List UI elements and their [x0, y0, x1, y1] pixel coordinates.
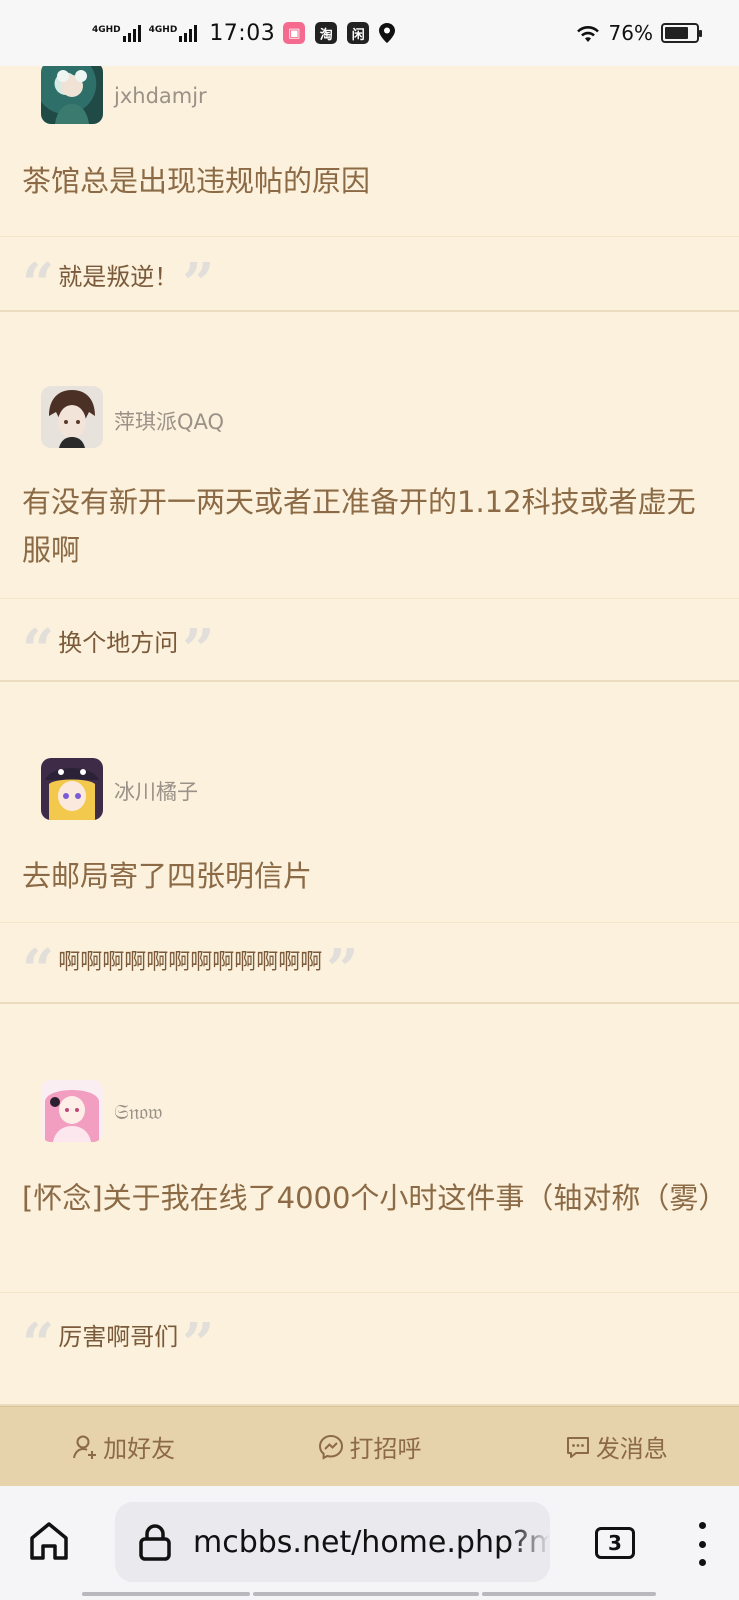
author-name[interactable]: 萍琪派QAQ: [114, 406, 224, 436]
battery-icon: [661, 23, 702, 43]
browser-toolbar: mcbbs.net/home.php?m 3: [0, 1486, 739, 1600]
close-quote-icon: ”: [182, 617, 215, 683]
gesture-bar: [482, 1592, 656, 1596]
divider: [0, 1002, 739, 1004]
greet-button[interactable]: 打招呼: [317, 1429, 421, 1464]
wifi-icon: [576, 26, 599, 42]
gesture-bar: [253, 1592, 479, 1596]
messenger-icon: [319, 1434, 344, 1460]
post-title[interactable]: 茶馆总是出现违规帖的原因: [22, 157, 722, 205]
reply-preview: “ 换个地方问 ”: [22, 617, 215, 683]
signal-1-label: 4GHD: [92, 25, 121, 35]
feed-list[interactable]: jxhdamjr 茶馆总是出现违规帖的原因 “ 就是叛逆！ ” 萍琪派QAQ 有…: [0, 66, 739, 1406]
add-friend-button[interactable]: 加好友: [71, 1429, 175, 1464]
divider: [0, 680, 739, 682]
reply-separator: [0, 922, 739, 923]
taobao-icon: 淘: [315, 22, 338, 44]
chat-bubble-icon: [566, 1436, 589, 1458]
open-quote-icon: “: [22, 937, 55, 1003]
reply-separator: [0, 1292, 739, 1293]
avatar[interactable]: [41, 386, 103, 448]
reply-separator: [0, 598, 739, 599]
author-name[interactable]: 𝔖𝔫𝔬𝔴: [114, 1100, 162, 1125]
avatar[interactable]: [41, 66, 103, 124]
gesture-bar: [82, 1592, 250, 1596]
close-quote-icon: ”: [182, 1311, 215, 1377]
author-name[interactable]: 冰川橘子: [114, 776, 198, 806]
open-quote-icon: “: [22, 1311, 55, 1377]
cellular-signal-2-icon: 4GHD: [149, 24, 198, 42]
battery-percent: 76%: [608, 21, 653, 45]
post-title[interactable]: 有没有新开一两天或者正准备开的1.12科技或者虚无服啊: [22, 478, 722, 574]
reply-separator: [0, 236, 739, 237]
url-text: mcbbs.net/home.php?m: [193, 1524, 550, 1560]
signal-2-label: 4GHD: [148, 25, 178, 35]
xianyu-icon: 闲: [347, 22, 370, 44]
reply-preview: “ 厉害啊哥们 ”: [22, 1311, 215, 1377]
cellular-signal-1-icon: 4GHD: [92, 24, 141, 42]
status-bar: 4GHD 4GHD 17:03 ▣ 淘 闲 76%: [0, 0, 739, 66]
bilibili-icon: ▣: [283, 22, 306, 44]
more-menu-icon[interactable]: [692, 1522, 712, 1566]
location-pin-icon: [379, 23, 396, 43]
avatar[interactable]: [41, 1080, 103, 1142]
divider: [0, 310, 739, 312]
author-name[interactable]: jxhdamjr: [114, 84, 207, 108]
send-message-button[interactable]: 发消息: [564, 1429, 668, 1464]
reply-text: 换个地方问: [58, 628, 179, 657]
reply-text: 厉害啊哥们: [58, 1322, 179, 1351]
profile-action-bar: 加好友 打招呼 发消息: [0, 1406, 739, 1486]
post-title[interactable]: [怀念]关于我在线了4000个小时这件事（轴对称（雾）: [22, 1174, 727, 1222]
reply-text: 啊啊啊啊啊啊啊啊啊啊啊啊: [58, 950, 323, 975]
clock: 17:03: [209, 20, 276, 46]
avatar[interactable]: [41, 758, 103, 820]
greet-label: 打招呼: [349, 1435, 422, 1463]
reply-preview: “ 啊啊啊啊啊啊啊啊啊啊啊啊 ”: [22, 937, 359, 1003]
send-message-label: 发消息: [595, 1435, 668, 1463]
open-quote-icon: “: [22, 617, 55, 683]
open-quote-icon: “: [22, 251, 55, 317]
address-bar[interactable]: mcbbs.net/home.php?m: [115, 1502, 550, 1582]
close-quote-icon: ”: [182, 251, 215, 317]
post-title[interactable]: 去邮局寄了四张明信片: [22, 852, 722, 900]
add-friend-label: 加好友: [103, 1435, 176, 1463]
reply-preview: “ 就是叛逆！ ”: [22, 251, 215, 317]
close-quote-icon: ”: [326, 937, 359, 1003]
lock-icon: [139, 1524, 171, 1561]
home-icon[interactable]: [24, 1516, 74, 1566]
add-friend-icon: [73, 1435, 97, 1459]
reply-text: 就是叛逆！: [58, 262, 179, 291]
tab-switcher-button[interactable]: 3: [595, 1527, 635, 1559]
